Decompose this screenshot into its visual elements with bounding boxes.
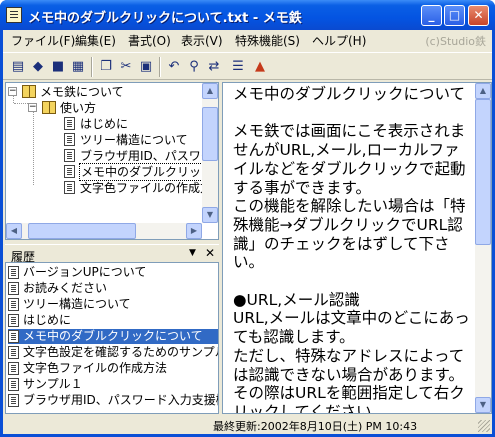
window-title: メモ中のダブルクリックについて.txt - メモ鉄 — [28, 11, 302, 26]
history-item[interactable]: 文字色設定を確認するためのサンプル — [8, 345, 219, 360]
history-item-label: ブラウザ用ID、パスワード入力支援機能 — [23, 393, 219, 407]
document-icon — [64, 165, 75, 178]
last-modified-status: 最終更新:2002年8月10日(土) PM 10:43 — [213, 420, 418, 433]
app-memo-icon[interactable] — [6, 7, 22, 23]
close-button[interactable]: ✕ — [468, 5, 489, 26]
tree-item-label: 使い方 — [60, 101, 97, 115]
maximize-button[interactable]: □ — [444, 5, 465, 26]
scroll-thumb[interactable] — [202, 107, 218, 161]
paste-icon[interactable]: ▣ — [137, 58, 155, 76]
undo-icon[interactable]: ↶ — [165, 58, 183, 76]
history-item-label: ツリー構造について — [23, 297, 131, 311]
tree-line — [33, 107, 34, 185]
scroll-thumb[interactable] — [475, 99, 491, 245]
history-item-label: メモ中のダブルクリックについて — [23, 329, 203, 343]
history-dropdown-icon[interactable]: ▼ — [189, 248, 196, 258]
history-header: 履歴 ▼ ✕ — [5, 244, 219, 264]
scroll-left-icon[interactable]: ◀ — [6, 223, 22, 239]
tree-item-label: ブラウザ用ID、パスワード — [80, 149, 219, 163]
title-bar[interactable]: メモ中のダブルクリックについて.txt - メモ鉄 _ □ ✕ — [0, 0, 495, 30]
tree-vertical-scrollbar[interactable]: ▲ ▼ — [202, 83, 218, 223]
document-icon — [8, 266, 19, 279]
copy-icon[interactable]: ❐ — [97, 58, 115, 76]
editor-vertical-scrollbar[interactable]: ▲ ▼ — [475, 83, 491, 413]
tree-item-label: 文字色ファイルの作成方 — [80, 181, 213, 195]
document-icon — [8, 378, 19, 391]
open-book-icon[interactable]: ◆ — [29, 58, 47, 76]
menu-file[interactable]: ファイル(F) — [11, 32, 75, 49]
collapse-icon[interactable]: − — [28, 103, 37, 112]
cut-icon[interactable]: ✂ — [117, 58, 135, 76]
menu-special[interactable]: 特殊機能(S) — [235, 32, 300, 49]
history-item-label: お読みください — [23, 281, 108, 295]
history-item-label: サンプル１ — [23, 377, 83, 391]
scroll-right-icon[interactable]: ▶ — [186, 223, 202, 239]
editor-content[interactable]: メモ中のダブルクリックについて メモ鉄では画面にこそ表示されませんがURL,メー… — [233, 85, 475, 413]
minimize-button[interactable]: _ — [421, 5, 442, 26]
special-function-icon[interactable]: ▲ — [251, 58, 269, 76]
scroll-thumb[interactable] — [28, 223, 136, 239]
client-area: ファイル(F) 編集(E) 書式(O) 表示(V) 特殊機能(S) ヘルプ(H)… — [3, 30, 492, 434]
history-item[interactable]: ブラウザ用ID、パスワード入力支援機能 — [8, 393, 219, 408]
document-icon — [64, 181, 75, 194]
scroll-up-icon[interactable]: ▲ — [475, 83, 491, 99]
scroll-up-icon[interactable]: ▲ — [202, 83, 218, 99]
document-icon — [8, 282, 19, 295]
document-icon — [8, 346, 19, 359]
list-view-icon[interactable]: ☰ — [229, 58, 247, 76]
menu-edit[interactable]: 編集(E) — [75, 32, 116, 49]
document-icon — [8, 394, 19, 407]
document-icon — [64, 149, 75, 162]
document-icon — [8, 362, 19, 375]
save-icon[interactable]: ■ — [49, 58, 67, 76]
replace-icon[interactable]: ⇄ — [205, 58, 223, 76]
scroll-down-icon[interactable]: ▼ — [202, 207, 218, 223]
resize-grip[interactable] — [478, 420, 490, 432]
document-icon — [8, 298, 19, 311]
find-icon[interactable]: ⚲ — [185, 58, 203, 76]
tree-view[interactable]: − メモ鉄について − 使い方 はじめに ツリー構造について ブラウザ用ID、パ… — [5, 82, 219, 240]
history-close-icon[interactable]: ✕ — [205, 246, 215, 260]
history-item-label: 文字色ファイルの作成方法 — [23, 361, 168, 375]
copyright-label: (c)Studio鉄 — [425, 35, 486, 48]
history-item[interactable]: バージョンUPについて — [8, 265, 218, 280]
tree-item-label: メモ鉄について — [40, 85, 124, 99]
tree-item-label: ツリー構造について — [80, 133, 188, 147]
history-item[interactable]: はじめに — [8, 313, 218, 328]
tree-item-label: はじめに — [80, 117, 129, 131]
history-item[interactable]: 文字色ファイルの作成方法 — [8, 361, 218, 376]
history-item-label: バージョンUPについて — [23, 265, 147, 279]
status-bar: 最終更新:2002年8月10日(土) PM 10:43 — [3, 415, 492, 434]
application-window: メモ中のダブルクリックについて.txt - メモ鉄 _ □ ✕ ファイル(F) … — [0, 0, 495, 437]
menu-view[interactable]: 表示(V) — [181, 32, 223, 49]
menu-help[interactable]: ヘルプ(H) — [312, 32, 366, 49]
history-item-label: 文字色設定を確認するためのサンプル — [23, 345, 219, 359]
document-icon — [8, 330, 19, 343]
history-item[interactable]: お読みください — [8, 281, 218, 296]
print-icon[interactable]: ▦ — [69, 58, 87, 76]
new-document-icon[interactable]: ▤ — [9, 58, 27, 76]
collapse-icon[interactable]: − — [8, 87, 17, 96]
history-item[interactable]: ツリー構造について — [8, 297, 218, 312]
history-item[interactable]: サンプル１ — [8, 377, 218, 392]
book-icon — [42, 101, 56, 114]
document-icon — [64, 117, 75, 130]
toolbar-separator — [91, 57, 93, 77]
menu-bar: ファイル(F) 編集(E) 書式(O) 表示(V) 特殊機能(S) ヘルプ(H)… — [3, 30, 492, 49]
book-icon — [22, 85, 36, 98]
tree-horizontal-scrollbar[interactable]: ◀ ▶ — [6, 223, 202, 239]
document-icon — [64, 133, 75, 146]
toolbar-separator — [159, 57, 161, 77]
document-icon — [8, 314, 19, 327]
menu-format[interactable]: 書式(O) — [128, 32, 171, 49]
tree-item-label: メモ中のダブルクリックI — [79, 163, 218, 181]
history-item-label: はじめに — [23, 313, 72, 327]
scroll-down-icon[interactable]: ▼ — [475, 397, 491, 413]
history-list[interactable]: バージョンUPについて お読みください ツリー構造について はじめに メモ中のダ… — [5, 262, 219, 414]
history-item-selected[interactable]: メモ中のダブルクリックについて — [8, 329, 218, 344]
text-editor[interactable]: メモ中のダブルクリックについて メモ鉄では画面にこそ表示されませんがURL,メー… — [222, 82, 492, 414]
toolbar: ▤ ◆ ■ ▦ ❐ ✂ ▣ ↶ ⚲ ⇄ ☰ ▲ — [3, 52, 492, 80]
